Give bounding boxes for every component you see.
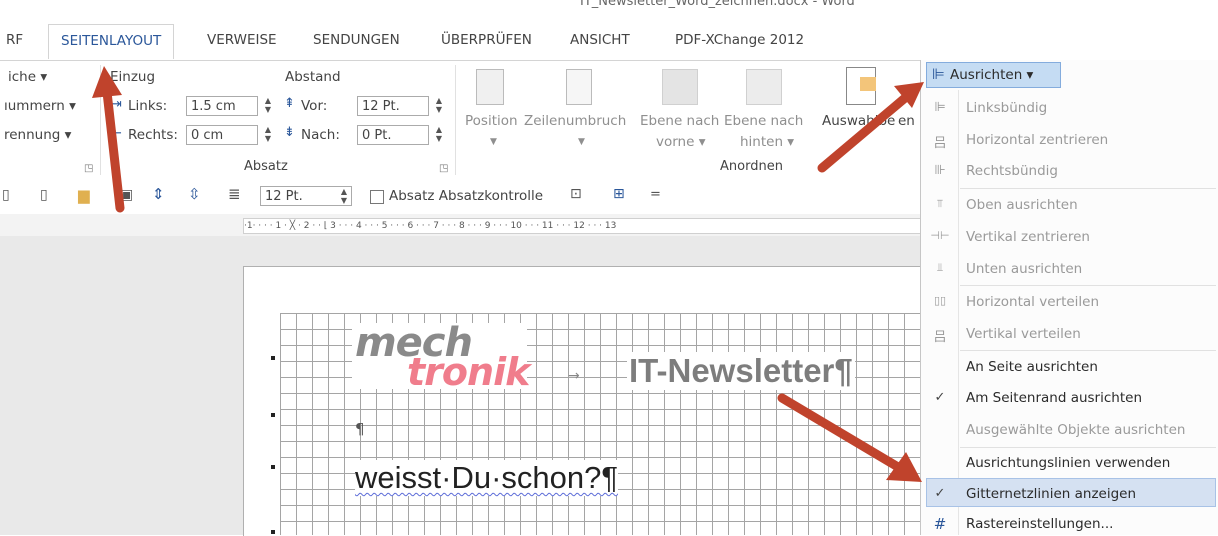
arrow-to-gitternetzlinien xyxy=(777,393,922,482)
arrow-to-ausrichten xyxy=(817,82,924,173)
arrow-to-seitenlayout xyxy=(92,66,125,213)
annotation-arrows xyxy=(92,66,924,482)
